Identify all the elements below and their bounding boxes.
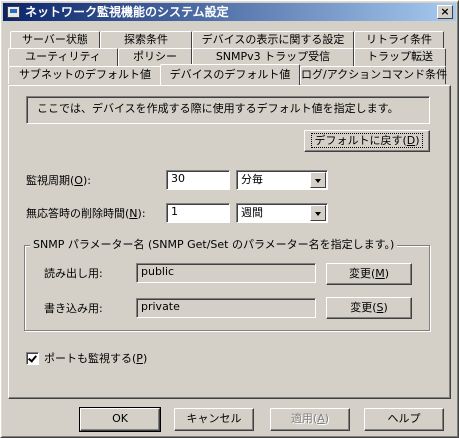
read-community-field: public [136,263,316,283]
tab-log-action-command[interactable]: ログ/アクションコマンド条件 [300,66,448,84]
help-button[interactable]: ヘルプ [364,408,444,431]
title-bar[interactable]: ネットワーク監視機能のシステム設定 × [3,3,456,21]
tab-retry-conditions[interactable]: リトライ条件 [354,31,444,49]
chevron-down-icon[interactable] [310,205,326,221]
tab-device-display-settings[interactable]: デバイスの表示に関する設定 [192,31,354,49]
chevron-down-icon[interactable] [310,172,326,188]
close-button[interactable]: × [437,5,453,19]
write-community-field: private [136,298,316,318]
tab-label: ログ/アクションコマンド条件 [301,68,448,81]
tab-server-status[interactable]: サーバー状態 [10,31,100,49]
tab-label: デバイスのデフォルト値 [169,68,291,81]
reset-defaults-button[interactable]: デフォルトに戻す(D) [304,130,430,152]
read-community-label: 読み出し用: [44,267,103,280]
interval-label: 監視周期(O): [26,174,91,187]
port-monitor-checkbox[interactable] [26,352,39,365]
cancel-label: キャンセル [186,412,242,425]
help-label: ヘルプ [387,412,421,425]
info-text: ここでは、デバイスを作成する際に使用するデフォルト値を指定します。 [37,102,399,115]
tab-discovery-conditions[interactable]: 探索条件 [100,31,192,49]
cancel-button[interactable]: キャンセル [174,408,254,431]
change-write-button[interactable]: 変更(S) [326,297,412,319]
delete-time-label: 無応答時の削除時間(N): [26,207,146,220]
tab-label: トラップ転送 [367,50,433,63]
tab-device-defaults[interactable]: デバイスのデフォルト値 [160,64,300,85]
tab-label: SNMPv3 トラップ受信 [215,50,331,63]
tab-label: リトライ条件 [366,33,432,46]
tab-label: 探索条件 [124,33,168,46]
ok-button[interactable]: OK [79,407,161,432]
change-read-button[interactable]: 変更(M) [326,263,412,285]
delete-time-unit-value: 週間 [241,206,263,219]
ok-label: OK [112,412,128,425]
delete-time-unit-select[interactable]: 週間 [236,203,328,223]
window-title: ネットワーク監視機能のシステム設定 [25,5,229,19]
interval-unit-select[interactable]: 分毎 [236,170,328,190]
tab-subnet-defaults[interactable]: サブネットのデフォルト値 [8,66,162,84]
close-icon: × [440,5,450,18]
snmp-group-legend: SNMP パラメーター名 (SNMP Get/Set のパラメーター名を指定しま… [30,238,398,252]
port-monitor-label[interactable]: ポートも監視する(P) [44,352,147,366]
tab-label: ポリシー [133,50,177,63]
interval-unit-value: 分毎 [241,173,263,186]
tab-utility[interactable]: ユーティリティ [8,48,118,66]
tab-label: デバイスの表示に関する設定 [201,33,345,46]
tab-label: サブネットのデフォルト値 [19,68,151,81]
apply-label: 適用(A) [290,412,330,425]
interval-input[interactable]: 30 [166,170,230,190]
apply-button[interactable]: 適用(A) [270,408,350,431]
tab-trap-forward[interactable]: トラップ転送 [354,48,446,66]
info-message: ここでは、デバイスを作成する際に使用するデフォルト値を指定します。 [26,96,430,124]
reset-defaults-label: デフォルトに戻す(D) [311,133,423,148]
change-read-label: 変更(M) [348,267,390,280]
tab-label: ユーティリティ [25,50,101,63]
app-icon [7,6,20,18]
delete-time-input[interactable]: 1 [166,203,230,223]
change-write-label: 変更(S) [350,301,388,314]
tab-label: サーバー状態 [22,33,88,46]
write-community-label: 書き込み用: [44,302,103,315]
